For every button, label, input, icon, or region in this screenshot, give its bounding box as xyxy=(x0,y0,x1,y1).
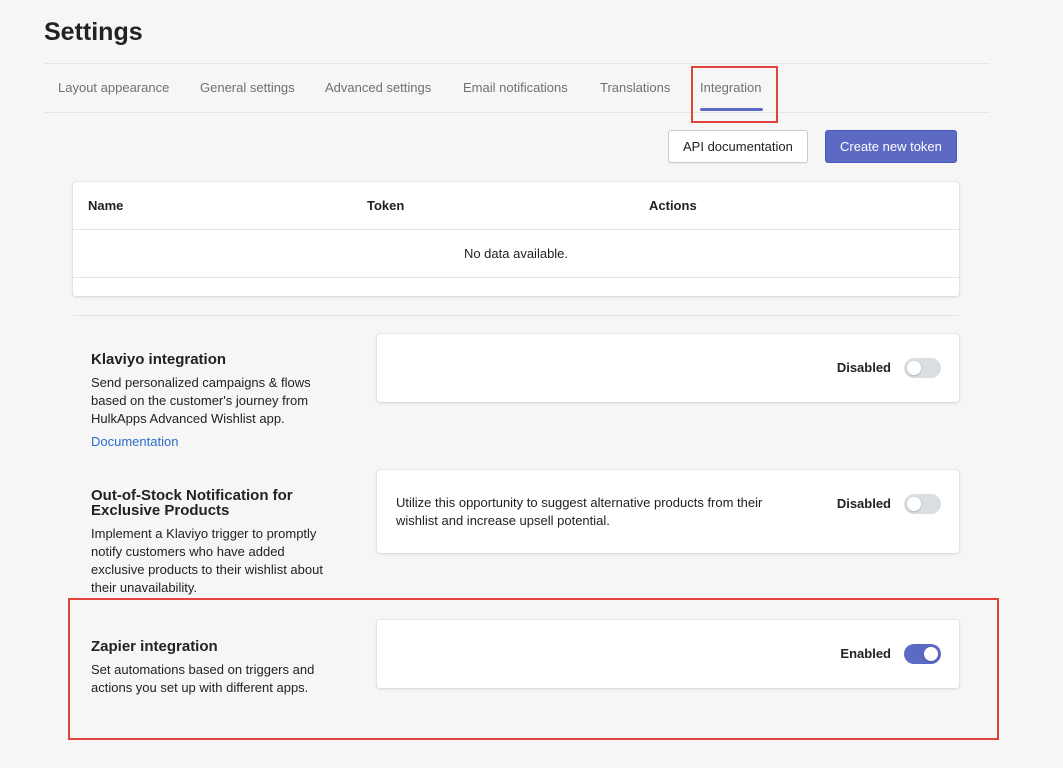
active-tab-indicator xyxy=(700,108,763,111)
oos-notification-title: Out-of-Stock Notification for Exclusive … xyxy=(91,487,293,519)
klaviyo-toggle[interactable] xyxy=(904,358,941,378)
klaviyo-integration-card: Disabled xyxy=(377,334,959,402)
zapier-integration-description: Set automations based on triggers and ac… xyxy=(91,662,315,695)
settings-tabs: Layout appearance General settings Advan… xyxy=(44,63,990,113)
tab-layout-appearance[interactable]: Layout appearance xyxy=(58,64,169,112)
tokens-table: Name Token Actions No data available. xyxy=(73,182,959,296)
page-title: Settings xyxy=(44,18,143,46)
klaviyo-integration-title: Klaviyo integration xyxy=(91,351,227,368)
create-new-token-button[interactable]: Create new token xyxy=(825,130,957,163)
tab-advanced-settings[interactable]: Advanced settings xyxy=(325,64,431,112)
oos-notification-description: Implement a Klaviyo trigger to promptly … xyxy=(91,526,323,595)
zapier-integration-title: Zapier integration xyxy=(91,638,218,655)
section-divider xyxy=(73,315,959,316)
toggle-knob xyxy=(924,647,938,661)
empty-table-message: No data available. xyxy=(463,246,569,261)
klaviyo-integration-description: Send personalized campaigns & flows base… xyxy=(91,375,311,426)
column-header-actions: Actions xyxy=(649,198,697,213)
oos-card-description: Utilize this opportunity to suggest alte… xyxy=(396,495,763,528)
tab-email-notifications[interactable]: Email notifications xyxy=(463,64,568,112)
api-documentation-button[interactable]: API documentation xyxy=(668,130,808,163)
table-footer-divider xyxy=(73,277,959,278)
klaviyo-status-label: Disabled xyxy=(836,360,891,375)
table-header-divider xyxy=(73,229,959,230)
oos-toggle[interactable] xyxy=(904,494,941,514)
zapier-toggle[interactable] xyxy=(904,644,941,664)
tab-translations[interactable]: Translations xyxy=(600,64,670,112)
oos-notification-card: Utilize this opportunity to suggest alte… xyxy=(377,470,959,553)
klaviyo-documentation-link[interactable]: Documentation xyxy=(91,434,178,449)
tab-integration[interactable]: Integration xyxy=(700,64,761,112)
zapier-status-label: Enabled xyxy=(840,646,891,661)
column-header-name: Name xyxy=(88,198,124,213)
toggle-knob xyxy=(907,361,921,375)
column-header-token: Token xyxy=(367,198,405,213)
oos-status-label: Disabled xyxy=(836,496,891,511)
toggle-knob xyxy=(907,497,921,511)
tab-general-settings[interactable]: General settings xyxy=(200,64,295,112)
zapier-integration-card: Enabled xyxy=(377,620,959,688)
